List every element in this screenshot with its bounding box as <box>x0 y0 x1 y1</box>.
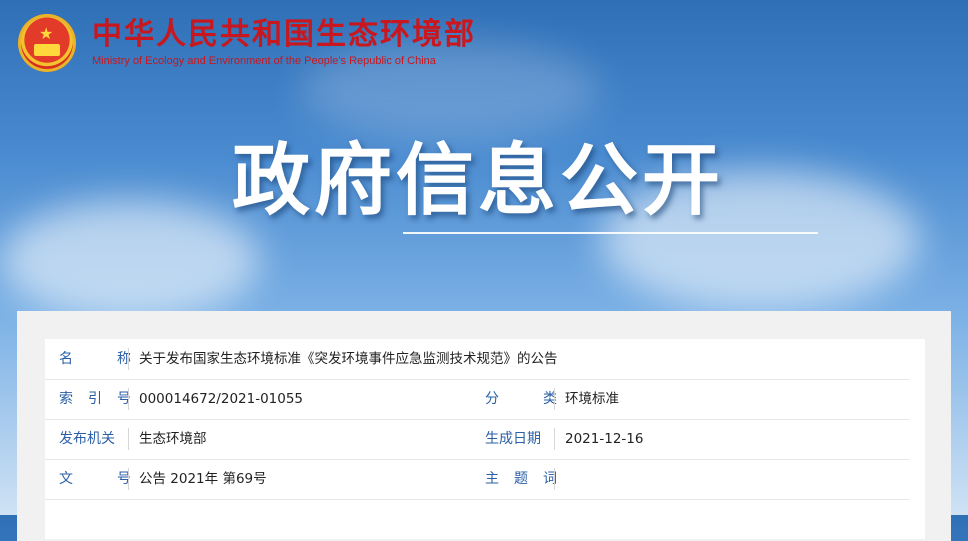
docno-value: 公告 2021年 第69号 <box>139 471 267 487</box>
cloud-decoration <box>0 200 260 320</box>
name-label: 名称 <box>59 351 131 367</box>
name-value: 关于发布国家生态环境标准《突发环境事件应急监测技术规范》的公告 <box>139 351 558 367</box>
issuer-value: 生态环境部 <box>139 431 207 447</box>
site-header: ★ 中华人民共和国生态环境部 Ministry of Ecology and E… <box>18 14 476 72</box>
divider <box>128 428 129 450</box>
hero-divider <box>403 232 818 234</box>
site-title-en: Ministry of Ecology and Environment of t… <box>92 55 436 67</box>
divider <box>554 428 555 450</box>
date-value: 2021-12-16 <box>565 431 644 447</box>
divider <box>128 468 129 490</box>
divider <box>128 388 129 410</box>
site-title-cn: 中华人民共和国生态环境部 <box>92 17 476 52</box>
category-value: 环境标准 <box>565 391 619 407</box>
national-emblem-icon[interactable]: ★ <box>18 14 76 72</box>
site-title-block[interactable]: 中华人民共和国生态环境部 Ministry of Ecology and Env… <box>92 18 476 68</box>
info-row-index: 索引号 000014672/2021-01055 分类 环境标准 <box>45 379 910 420</box>
info-row-name: 名称 关于发布国家生态环境标准《突发环境事件应急监测技术规范》的公告 <box>45 339 910 380</box>
tiananmen-gate-icon <box>34 44 60 56</box>
info-row-docno: 文号 公告 2021年 第69号 主题词 <box>45 459 910 500</box>
info-row-issuer: 发布机关 生态环境部 生成日期 2021-12-16 <box>45 419 910 460</box>
page-hero-title: 政府信息公开 <box>232 136 725 226</box>
divider <box>554 468 555 490</box>
category-label: 分类 <box>485 391 557 407</box>
divider <box>554 388 555 410</box>
docno-label: 文号 <box>59 471 131 487</box>
issuer-label: 发布机关 <box>59 431 115 447</box>
divider <box>128 348 129 370</box>
info-table: 名称 关于发布国家生态环境标准《突发环境事件应急监测技术规范》的公告 索引号 0… <box>45 339 925 539</box>
index-label: 索引号 <box>59 391 131 407</box>
index-value: 000014672/2021-01055 <box>139 391 304 407</box>
star-icon: ★ <box>39 24 54 43</box>
date-label: 生成日期 <box>485 431 541 447</box>
subject-label: 主题词 <box>485 471 557 487</box>
